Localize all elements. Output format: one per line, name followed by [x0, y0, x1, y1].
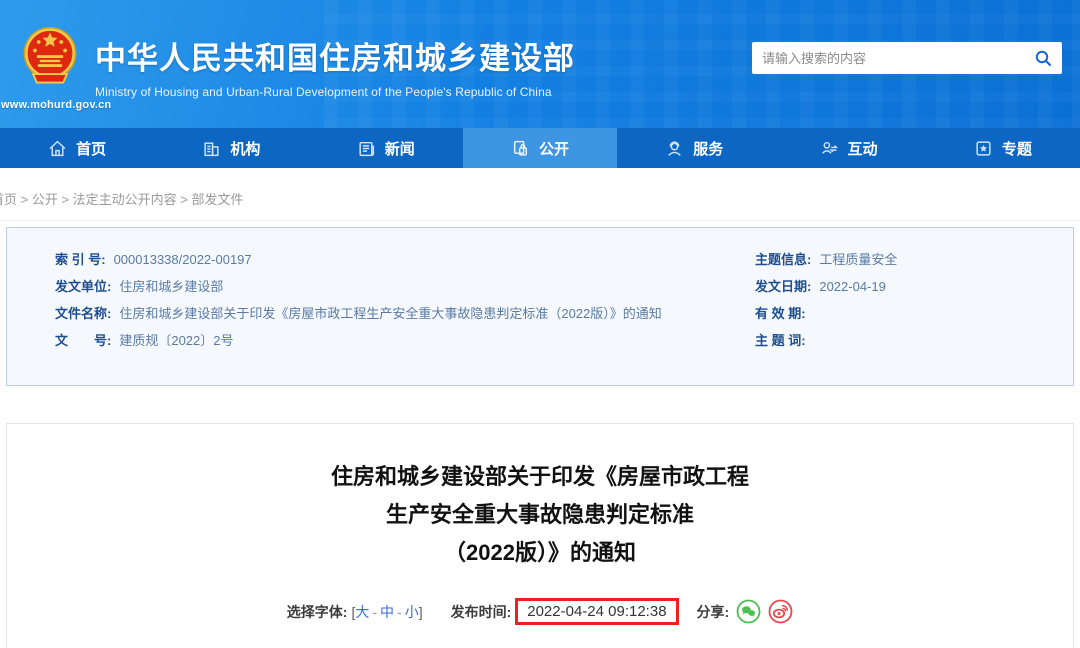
- search-box: [752, 42, 1062, 74]
- nav-item-organization[interactable]: 机构: [154, 128, 308, 168]
- document-info-panel: 索 引 号: 000013338/2022-00197 发文单位: 住房和城乡建…: [6, 227, 1074, 386]
- home-icon: [49, 140, 66, 156]
- nav-item-topics[interactable]: 专题: [926, 128, 1080, 168]
- font-size-medium[interactable]: 中: [380, 604, 394, 620]
- nav-item-home[interactable]: 首页: [0, 128, 154, 168]
- doc-info-row-keywords: 主 题 词:: [755, 333, 806, 348]
- breadcrumb-bar: 首页 > 公开 > 法定主动公开内容 > 部发文件: [0, 168, 1080, 221]
- interaction-icon: [821, 141, 838, 154]
- article-panel: 住房和城乡建设部关于印发《房屋市政工程 生产安全重大事故隐患判定标准 （2022…: [6, 423, 1074, 648]
- font-size-small[interactable]: 小: [405, 604, 419, 620]
- service-icon: [668, 140, 682, 156]
- doc-info-row-validity: 有 效 期:: [755, 306, 806, 321]
- doc-info-row-document-number: 文 号: 建质规〔2022〕2号: [55, 333, 234, 348]
- article-meta-bar: 选择字体: [大 - 中 - 小] 发布时间: 2022-04-24 09:12:38 …: [7, 598, 1073, 625]
- doc-info-row-document-name: 文件名称: 住房和城乡建设部关于印发《房屋市政工程生产安全重大事故隐患判定标准（…: [55, 306, 662, 321]
- main-nav: 首页 机构 新闻 公开 服务 互动 专题: [0, 128, 1080, 168]
- site-header: www.mohurd.gov.cn 中华人民共和国住房和城乡建设部 Minist…: [0, 0, 1080, 128]
- wechat-share-icon[interactable]: [736, 599, 761, 624]
- doc-info-row-issuing-unit: 发文单位: 住房和城乡建设部: [55, 279, 224, 294]
- national-emblem-icon: [23, 26, 77, 84]
- publish-time-label: 发布时间:: [450, 603, 512, 620]
- publish-time-group: 发布时间: 2022-04-24 09:12:38: [451, 598, 679, 625]
- doc-info-row-topic-info: 主题信息: 工程质量安全: [755, 252, 898, 267]
- topics-icon: [976, 140, 991, 156]
- nav-item-interaction[interactable]: 互动: [771, 128, 925, 168]
- search-icon[interactable]: [1034, 49, 1052, 67]
- site-url: www.mohurd.gov.cn: [1, 99, 112, 111]
- font-size-selector: [大 - 中 - 小]: [351, 603, 423, 620]
- doc-info-right-column: 主题信息: 工程质量安全 发文日期: 2022-04-19 有 效 期: 主 题…: [755, 246, 1073, 385]
- nav-item-news[interactable]: 新闻: [309, 128, 463, 168]
- organization-icon: [204, 141, 219, 156]
- weibo-share-icon[interactable]: [768, 599, 793, 624]
- breadcrumb[interactable]: 首页 > 公开 > 法定主动公开内容 > 部发文件: [0, 189, 1080, 208]
- article-title: 住房和城乡建设部关于印发《房屋市政工程 生产安全重大事故隐患判定标准 （2022…: [330, 464, 749, 565]
- font-size-large[interactable]: 大: [355, 604, 369, 620]
- share-label: 分享:: [696, 603, 730, 620]
- doc-info-row-issue-date: 发文日期: 2022-04-19: [755, 279, 886, 294]
- disclosure-icon: [513, 140, 528, 156]
- font-select-label: 选择字体:: [286, 603, 348, 620]
- doc-info-row-index-number: 索 引 号: 000013338/2022-00197: [55, 252, 252, 267]
- news-icon: [359, 141, 374, 156]
- site-title-english: Ministry of Housing and Urban-Rural Deve…: [95, 85, 552, 99]
- nav-item-disclosure[interactable]: 公开: [462, 128, 618, 168]
- publish-timestamp-annotated: 2022-04-24 09:12:38: [515, 598, 679, 625]
- share-group: 分享:: [697, 599, 794, 624]
- nav-item-service[interactable]: 服务: [617, 128, 771, 168]
- search-input[interactable]: [762, 50, 1034, 66]
- site-title: 中华人民共和国住房和城乡建设部: [95, 41, 575, 76]
- doc-info-left-column: 索 引 号: 000013338/2022-00197 发文单位: 住房和城乡建…: [7, 246, 755, 385]
